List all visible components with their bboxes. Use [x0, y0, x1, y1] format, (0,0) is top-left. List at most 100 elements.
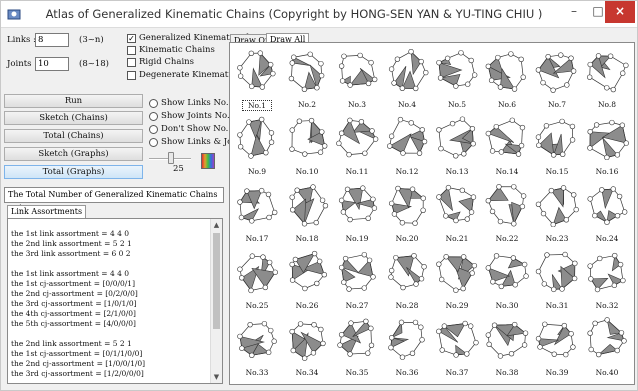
- chain-drawing[interactable]: [285, 250, 329, 294]
- checkbox-rigid[interactable]: [127, 58, 136, 67]
- chain-label[interactable]: No.3: [342, 100, 372, 109]
- chain-drawing[interactable]: [285, 183, 329, 227]
- chain-drawing[interactable]: [485, 250, 529, 294]
- chain-drawing[interactable]: [335, 183, 379, 227]
- chain-drawing[interactable]: [385, 116, 429, 160]
- link-assortments-list[interactable]: the 1st link assortment = 4 4 0 the 2nd l…: [7, 218, 223, 384]
- chain-drawing[interactable]: [235, 49, 279, 93]
- chain-drawing[interactable]: [535, 49, 579, 93]
- color-palette-icon[interactable]: [201, 153, 215, 169]
- chain-drawing[interactable]: [535, 250, 579, 294]
- chain-drawing[interactable]: [585, 116, 629, 160]
- chain-label[interactable]: No.12: [392, 167, 422, 176]
- chain-drawing[interactable]: [285, 116, 329, 160]
- chain-label[interactable]: No.30: [492, 301, 522, 310]
- radio-show-joints[interactable]: [149, 112, 158, 121]
- chain-drawing[interactable]: [235, 317, 279, 361]
- chain-label[interactable]: No.40: [592, 368, 622, 377]
- chain-label[interactable]: No.25: [242, 301, 272, 310]
- chain-drawing[interactable]: [335, 250, 379, 294]
- chain-drawing[interactable]: [335, 317, 379, 361]
- chain-label[interactable]: No.38: [492, 368, 522, 377]
- chain-label[interactable]: No.11: [342, 167, 372, 176]
- chain-drawing[interactable]: [485, 49, 529, 93]
- chain-label[interactable]: No.28: [392, 301, 422, 310]
- chain-drawing[interactable]: [285, 317, 329, 361]
- chain-label[interactable]: No.24: [592, 234, 622, 243]
- chain-label[interactable]: No.31: [542, 301, 572, 310]
- chain-label[interactable]: No.16: [592, 167, 622, 176]
- chain-drawing[interactable]: [535, 183, 579, 227]
- chain-label[interactable]: No.6: [492, 100, 522, 109]
- chain-label[interactable]: No.34: [292, 368, 322, 377]
- chain-drawing[interactable]: [435, 116, 479, 160]
- chain-label[interactable]: No.9: [242, 167, 272, 176]
- chain-label[interactable]: No.14: [492, 167, 522, 176]
- chain-label[interactable]: No.1: [242, 100, 272, 111]
- sketch-graphs-button[interactable]: Sketch (Graphs): [4, 147, 143, 161]
- chain-label[interactable]: No.13: [442, 167, 472, 176]
- chain-drawing[interactable]: [235, 183, 279, 227]
- radio-dont-show[interactable]: [149, 125, 158, 134]
- tab-link-assortments[interactable]: Link Assortments: [7, 205, 87, 219]
- radio-show-links-joints[interactable]: [149, 138, 158, 147]
- chain-drawing[interactable]: [585, 317, 629, 361]
- links-input[interactable]: 8: [35, 33, 69, 47]
- total-graphs-button[interactable]: Total (Graphs): [4, 165, 143, 179]
- chain-label[interactable]: No.15: [542, 167, 572, 176]
- chain-drawing[interactable]: [385, 49, 429, 93]
- chain-drawing[interactable]: [585, 250, 629, 294]
- chain-drawing[interactable]: [385, 183, 429, 227]
- chain-drawing[interactable]: [485, 183, 529, 227]
- size-slider-thumb[interactable]: [168, 152, 174, 164]
- checkbox-generalized[interactable]: ✓: [127, 34, 136, 43]
- chain-label[interactable]: No.4: [392, 100, 422, 109]
- chain-drawing[interactable]: [485, 116, 529, 160]
- chain-label[interactable]: No.23: [542, 234, 572, 243]
- chain-label[interactable]: No.33: [242, 368, 272, 377]
- chain-drawing[interactable]: [435, 250, 479, 294]
- close-button[interactable]: ×: [605, 1, 635, 23]
- chain-label[interactable]: No.7: [542, 100, 572, 109]
- chain-label[interactable]: No.37: [442, 368, 472, 377]
- run-button[interactable]: Run: [4, 94, 143, 108]
- chain-drawing[interactable]: [535, 116, 579, 160]
- chain-drawing[interactable]: [235, 250, 279, 294]
- chain-drawing[interactable]: [285, 49, 329, 93]
- list-scrollbar[interactable]: ▲ ▼: [210, 219, 222, 383]
- chain-drawing[interactable]: [435, 183, 479, 227]
- radio-show-links[interactable]: [149, 99, 158, 108]
- chain-drawing[interactable]: [535, 317, 579, 361]
- chain-label[interactable]: No.39: [542, 368, 572, 377]
- chain-label[interactable]: No.22: [492, 234, 522, 243]
- chain-label[interactable]: No.19: [342, 234, 372, 243]
- chain-label[interactable]: No.20: [392, 234, 422, 243]
- chain-label[interactable]: No.21: [442, 234, 472, 243]
- chain-label[interactable]: No.5: [442, 100, 472, 109]
- minimize-button[interactable]: –: [561, 1, 587, 23]
- chain-drawing[interactable]: [585, 49, 629, 93]
- chain-drawing[interactable]: [385, 317, 429, 361]
- chain-label[interactable]: No.8: [592, 100, 622, 109]
- chain-label[interactable]: No.29: [442, 301, 472, 310]
- joints-input[interactable]: 10: [35, 57, 69, 71]
- chain-label[interactable]: No.36: [392, 368, 422, 377]
- chain-drawing[interactable]: [335, 116, 379, 160]
- checkbox-degenerate[interactable]: [127, 71, 136, 80]
- chain-drawing[interactable]: [385, 250, 429, 294]
- chain-drawing[interactable]: [435, 49, 479, 93]
- checkbox-kinematic[interactable]: [127, 46, 136, 55]
- total-chains-button[interactable]: Total (Chains): [4, 129, 143, 143]
- sketch-chains-button[interactable]: Sketch (Chains): [4, 111, 143, 125]
- chain-label[interactable]: No.2: [292, 100, 322, 109]
- chain-drawing[interactable]: [435, 317, 479, 361]
- chain-label[interactable]: No.17: [242, 234, 272, 243]
- scroll-down-icon[interactable]: ▼: [211, 371, 222, 383]
- scroll-thumb[interactable]: [213, 233, 220, 329]
- chain-label[interactable]: No.27: [342, 301, 372, 310]
- chain-drawing[interactable]: [335, 49, 379, 93]
- chain-label[interactable]: No.32: [592, 301, 622, 310]
- chain-label[interactable]: No.18: [292, 234, 322, 243]
- chain-label[interactable]: No.10: [292, 167, 322, 176]
- chain-drawing[interactable]: [485, 317, 529, 361]
